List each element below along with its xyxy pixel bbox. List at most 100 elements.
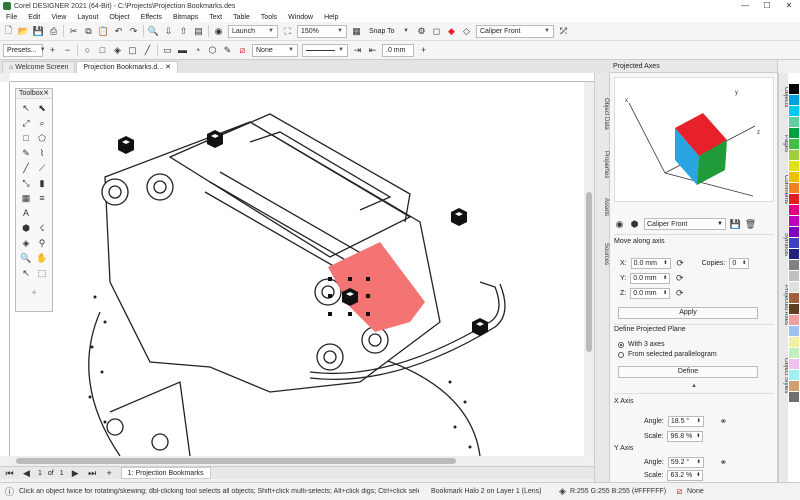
- parallel-tool-icon[interactable]: ≡: [35, 191, 49, 205]
- spinner-icon[interactable]: ⬍: [663, 289, 667, 298]
- text-tool-icon[interactable]: A: [19, 206, 33, 220]
- color-swatch[interactable]: [789, 194, 799, 205]
- color-swatch[interactable]: [789, 117, 799, 128]
- freehand-tool-icon[interactable]: ✎: [19, 146, 33, 160]
- menu-help[interactable]: Help: [324, 14, 338, 21]
- color-swatch[interactable]: [789, 359, 799, 370]
- shape-tool-icon[interactable]: ⬉: [35, 101, 49, 115]
- fill-bucket-icon[interactable]: ◈: [112, 45, 123, 56]
- from-selection-radio[interactable]: [618, 351, 624, 358]
- copies-input[interactable]: 0 ⬍: [729, 258, 750, 269]
- cut-icon[interactable]: ✂: [68, 26, 79, 37]
- menu-table[interactable]: Table: [233, 14, 250, 21]
- dimension-tool-icon[interactable]: ⟋: [35, 161, 49, 175]
- horizontal-scrollbar[interactable]: [10, 456, 584, 466]
- color-swatch[interactable]: [789, 271, 799, 282]
- paste-icon[interactable]: 📋: [98, 26, 109, 37]
- fill-tool-icon[interactable]: ◈: [19, 236, 33, 250]
- print-icon[interactable]: ⎙: [48, 26, 59, 37]
- connector-tool-icon[interactable]: ⤡: [19, 176, 33, 190]
- select-arrow-icon[interactable]: ↖: [19, 266, 33, 280]
- menu-view[interactable]: View: [51, 14, 66, 21]
- color-swatch[interactable]: [789, 183, 799, 194]
- size-input[interactable]: .0 mm: [382, 43, 414, 57]
- last-page-icon[interactable]: ⏭: [87, 468, 98, 479]
- color-swatch[interactable]: [789, 381, 799, 392]
- guidelines-icon[interactable]: ▦: [351, 26, 362, 37]
- line-icon[interactable]: ╱: [142, 45, 153, 56]
- spinner-icon[interactable]: ⬍: [663, 274, 667, 283]
- projection-bookmark-dropdown[interactable]: Caliper Front ▼: [476, 24, 554, 38]
- color-swatch[interactable]: [789, 249, 799, 260]
- color-swatch[interactable]: [789, 293, 799, 304]
- menu-file[interactable]: File: [6, 14, 17, 21]
- color-swatch[interactable]: [789, 161, 799, 172]
- outline-width-dropdown[interactable]: None ▼: [252, 43, 298, 57]
- round-corner-icon[interactable]: ▭: [162, 45, 173, 56]
- bookmark-dropdown[interactable]: Caliper Front ▼: [644, 218, 726, 230]
- pick-tool-icon[interactable]: ↖: [19, 101, 33, 115]
- zoom-tool-icon[interactable]: ⌕: [35, 116, 49, 130]
- search-content-icon[interactable]: 🔍: [148, 26, 159, 37]
- ellipse-icon[interactable]: ○: [82, 45, 93, 56]
- menu-layout[interactable]: Layout: [77, 14, 98, 21]
- app-launcher-icon[interactable]: ◉: [213, 26, 224, 37]
- export-icon[interactable]: ⇧: [178, 26, 189, 37]
- menu-window[interactable]: Window: [288, 14, 313, 21]
- color-swatch[interactable]: [789, 282, 799, 293]
- rectangle-icon[interactable]: □: [97, 45, 108, 56]
- menu-edit[interactable]: Edit: [28, 14, 40, 21]
- x-move-apply-icon[interactable]: ⟳: [675, 258, 686, 269]
- projection-tool-icon[interactable]: ⬢: [19, 221, 33, 235]
- eyedropper-tool-icon[interactable]: ⚲: [35, 236, 49, 250]
- vertical-scrollbar[interactable]: [584, 82, 594, 456]
- callout-tool-icon[interactable]: ☇: [35, 221, 49, 235]
- projection-bookmark-cube[interactable]: [118, 136, 134, 154]
- projection-cube-outline-icon[interactable]: ◇: [461, 26, 472, 37]
- collapse-chevron-icon[interactable]: ▲: [610, 383, 778, 389]
- close-button[interactable]: ✕: [778, 0, 800, 12]
- bezier-tool-icon[interactable]: ⌇: [35, 146, 49, 160]
- polygon-tool-icon[interactable]: ⬠: [35, 131, 49, 145]
- spinner-icon[interactable]: ⬍: [696, 471, 700, 480]
- crop-tool-icon[interactable]: ⤢: [19, 116, 33, 130]
- y-move-apply-icon[interactable]: ⟳: [674, 273, 685, 284]
- eraser-tool-icon[interactable]: ▮: [35, 176, 49, 190]
- tab-assets[interactable]: Assets: [597, 198, 609, 216]
- spinner-icon[interactable]: ⬍: [663, 259, 667, 268]
- spinner-icon[interactable]: ⬍: [742, 259, 746, 268]
- define-button[interactable]: Define: [618, 366, 758, 378]
- color-swatch[interactable]: [789, 84, 799, 95]
- hand-tool-icon[interactable]: ✋: [35, 251, 49, 265]
- x-angle-input[interactable]: 18.5 ° ⬍: [667, 416, 704, 427]
- vertical-ruler[interactable]: [0, 82, 10, 456]
- line-cap-icon[interactable]: ⇤: [367, 45, 378, 56]
- color-swatch[interactable]: [789, 216, 799, 227]
- color-swatch[interactable]: [789, 172, 799, 183]
- square-corner-icon[interactable]: ▬: [177, 45, 188, 56]
- launch-dropdown[interactable]: Launch ▼: [228, 24, 278, 38]
- full-screen-icon[interactable]: ⛶: [282, 26, 293, 37]
- import-icon[interactable]: ⇩: [163, 26, 174, 37]
- bookmark-cube-icon[interactable]: ⬢: [629, 219, 640, 230]
- z-move-apply-icon[interactable]: ⟳: [674, 288, 685, 299]
- x-move-input[interactable]: 0.0 mm ⬍: [630, 258, 671, 269]
- visibility-eye-icon[interactable]: ◉: [614, 219, 625, 230]
- with-3-axes-radio[interactable]: [618, 341, 624, 348]
- with-3-axes-option[interactable]: With 3 axes: [610, 341, 778, 348]
- first-page-icon[interactable]: ⏮: [4, 468, 15, 479]
- color-swatch[interactable]: [789, 315, 799, 326]
- projection-tool-icon[interactable]: ⤱: [558, 26, 569, 37]
- projection-bookmark-cube[interactable]: [451, 208, 467, 226]
- menu-text[interactable]: Text: [209, 14, 222, 21]
- zoom-level-dropdown[interactable]: 150% ▼: [297, 24, 347, 38]
- tab-properties[interactable]: Properties: [597, 151, 609, 178]
- x-scale-input[interactable]: 96.8 % ⬍: [667, 431, 704, 442]
- color-swatch[interactable]: [789, 128, 799, 139]
- close-tab-icon[interactable]: ✕: [163, 64, 171, 71]
- y-scale-input[interactable]: 63.2 % ⬍: [667, 470, 704, 481]
- pen-outline-icon[interactable]: ✎: [222, 45, 233, 56]
- minimize-button[interactable]: —: [734, 0, 756, 12]
- lock-ratio-icon[interactable]: ⚭: [718, 416, 729, 427]
- options-gear-icon[interactable]: ⚙: [416, 26, 427, 37]
